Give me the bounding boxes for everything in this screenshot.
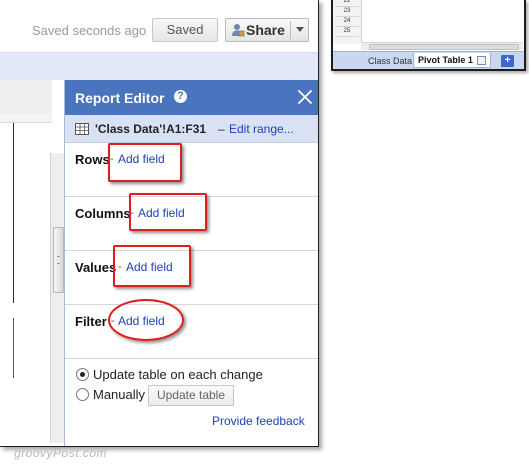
- provide-feedback-link[interactable]: Provide feedback: [212, 414, 305, 428]
- grid-line: [13, 318, 14, 378]
- person-lock-icon: [232, 24, 245, 37]
- scrollbar-thumb[interactable]: [53, 227, 64, 293]
- edit-range-link[interactable]: Edit range...: [229, 122, 294, 136]
- spreadsheet-window: Saved seconds ago Saved Share Report Edi: [0, 0, 319, 447]
- row-number: 22: [335, 0, 359, 7]
- table-icon: [75, 123, 89, 135]
- saved-button[interactable]: Saved: [152, 18, 218, 42]
- highlight-box: [129, 193, 207, 231]
- chevron-down-icon[interactable]: [296, 27, 304, 32]
- columns-label: Columns: [75, 206, 131, 221]
- values-label: Values: [75, 260, 117, 275]
- filter-section: Filter - Add field: [65, 299, 318, 359]
- add-sheet-button[interactable]: +: [501, 55, 514, 67]
- row-numbers: 22 23 24 25: [333, 0, 362, 44]
- update-on-change-label: Update table on each change: [93, 367, 263, 382]
- toolbar-band: [0, 52, 318, 80]
- scrollbar-thumb[interactable]: [369, 44, 519, 50]
- help-icon[interactable]: ?: [174, 90, 187, 103]
- rows-section: Rows - Add field: [65, 143, 318, 197]
- saved-status: Saved seconds ago: [32, 23, 147, 38]
- sheet-tab-bar: Class Data Pivot Table 1 +: [333, 51, 524, 69]
- grip-icon: [57, 256, 60, 264]
- report-editor-panel: Report Editor ? 'Class Data'!A1:F31 – Ed…: [64, 80, 318, 446]
- horizontal-scrollbar[interactable]: [361, 42, 523, 50]
- row-number: 24: [335, 17, 359, 27]
- row-number: 23: [335, 7, 359, 17]
- range-bar: 'Class Data'!A1:F31 – Edit range...: [65, 115, 318, 143]
- tab-pivot-table-1[interactable]: Pivot Table 1: [413, 53, 491, 68]
- sheet-grid[interactable]: [0, 80, 64, 446]
- update-table-button[interactable]: Update table: [148, 385, 234, 406]
- row-number: 25: [335, 27, 359, 37]
- vertical-scrollbar[interactable]: [50, 153, 64, 443]
- columns-section: Columns - Add field: [65, 193, 318, 251]
- manually-radio[interactable]: [76, 388, 89, 401]
- filter-label: Filter: [75, 314, 107, 329]
- report-editor-header: Report Editor ?: [65, 80, 318, 115]
- tab-label: Pivot Table 1: [418, 55, 473, 65]
- grid-header: [0, 80, 52, 115]
- share-label: Share: [246, 22, 285, 38]
- range-separator: –: [218, 122, 225, 136]
- source-range: 'Class Data'!A1:F31: [95, 122, 207, 136]
- grid-header-strip: [0, 114, 52, 123]
- watermark: groovyPost.com: [14, 446, 108, 460]
- share-separator: [290, 21, 291, 39]
- manually-label: Manually: [93, 387, 146, 402]
- update-on-change-radio[interactable]: [76, 368, 89, 381]
- tab-class-data[interactable]: Class Data: [368, 56, 412, 66]
- report-editor-title: Report Editor: [75, 90, 165, 106]
- highlight-oval: [108, 299, 184, 341]
- values-section: Values - Add field: [65, 245, 318, 305]
- share-button[interactable]: Share: [225, 18, 309, 42]
- highlight-box: [113, 245, 191, 287]
- sheet-tabs-inset: 22 23 24 25 Class Data Pivot Table 1 +: [331, 0, 526, 71]
- highlight-box: [108, 143, 182, 182]
- top-bar: Saved seconds ago Saved Share: [0, 0, 318, 52]
- grid-line: [13, 123, 14, 303]
- rows-label: Rows: [75, 152, 110, 167]
- close-icon[interactable]: [296, 88, 314, 106]
- dropdown-icon[interactable]: [477, 56, 486, 65]
